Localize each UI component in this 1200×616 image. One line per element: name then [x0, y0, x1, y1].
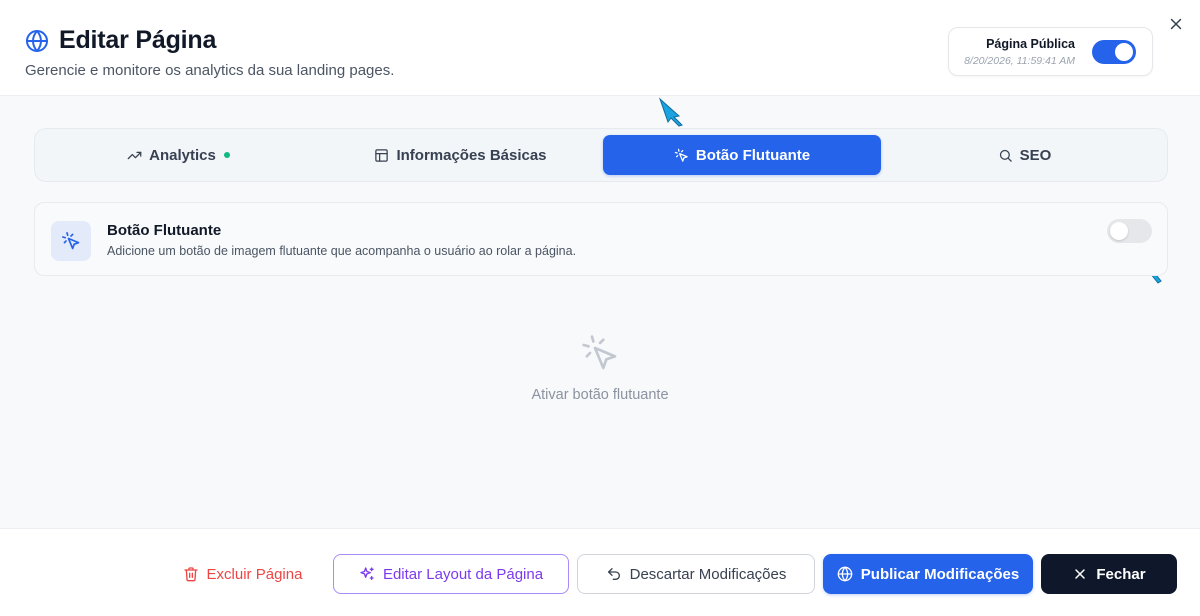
toggle-knob: [1110, 222, 1128, 240]
setting-description: Adicione um botão de imagem flutuante qu…: [107, 244, 577, 258]
tab-floating-button[interactable]: Botão Flutuante: [603, 135, 881, 175]
globe-icon: [25, 29, 49, 53]
pointer-click-icon: [51, 221, 91, 261]
sparkles-icon: [359, 566, 375, 582]
button-label: Excluir Página: [206, 565, 303, 583]
button-label: Descartar Modificações: [629, 565, 787, 583]
close-button[interactable]: Fechar: [1041, 554, 1177, 594]
public-page-label: Página Pública: [986, 37, 1075, 51]
globe-icon: [837, 566, 853, 582]
button-label: Publicar Modificações: [860, 565, 1020, 583]
title-row: Editar Página: [25, 26, 216, 55]
pointer-click-icon: [674, 148, 689, 163]
publish-changes-button[interactable]: Publicar Modificações: [823, 554, 1033, 594]
pointer-click-icon: [580, 333, 620, 373]
delete-page-button[interactable]: Excluir Página: [170, 554, 315, 594]
tab-label: Analytics: [149, 146, 216, 164]
public-page-card: Página Pública 8/20/2026, 11:59:41 AM: [948, 27, 1153, 76]
search-icon: [998, 148, 1013, 163]
annotation-arrow-icon: [658, 97, 683, 127]
toggle-knob: [1115, 43, 1133, 61]
tab-analytics[interactable]: Analytics: [40, 135, 317, 175]
public-page-timestamp: 8/20/2026, 11:59:41 AM: [964, 55, 1075, 67]
page-subtitle: Gerencie e monitore os analytics da sua …: [25, 62, 395, 79]
public-page-toggle[interactable]: [1092, 40, 1136, 64]
trash-icon: [183, 566, 199, 582]
trending-up-icon: [127, 148, 142, 163]
close-icon[interactable]: [1167, 15, 1185, 33]
tab-label: Botão Flutuante: [695, 146, 811, 164]
setting-title: Botão Flutuante: [107, 222, 222, 239]
tab-bar: Analytics Informações Básicas Botão Flut…: [34, 128, 1168, 182]
floating-button-toggle[interactable]: [1107, 219, 1152, 243]
layout-icon: [374, 148, 389, 163]
edit-layout-button[interactable]: Editar Layout da Página: [333, 554, 569, 594]
tab-basic-info[interactable]: Informações Básicas: [322, 135, 599, 175]
floating-button-setting: Botão Flutuante Adicione um botão de ima…: [34, 202, 1168, 276]
tab-label: Informações Básicas: [396, 146, 547, 164]
status-dot: [223, 152, 230, 158]
button-label: Fechar: [1096, 565, 1146, 583]
undo-icon: [606, 566, 622, 582]
button-label: Editar Layout da Página: [382, 565, 544, 583]
page-title: Editar Página: [59, 26, 217, 54]
modal-footer: Excluir Página Editar Layout da Página D…: [0, 528, 1200, 616]
close-icon: [1072, 566, 1088, 582]
tab-seo[interactable]: SEO: [886, 135, 1163, 175]
modal-header: Editar Página Gerencie e monitore os ana…: [0, 0, 1200, 96]
tab-label: SEO: [1019, 146, 1052, 164]
edit-page-modal: Editar Página Gerencie e monitore os ana…: [0, 0, 1200, 616]
discard-changes-button[interactable]: Descartar Modificações: [577, 554, 815, 594]
empty-state-text: Ativar botão flutuante: [531, 387, 669, 403]
